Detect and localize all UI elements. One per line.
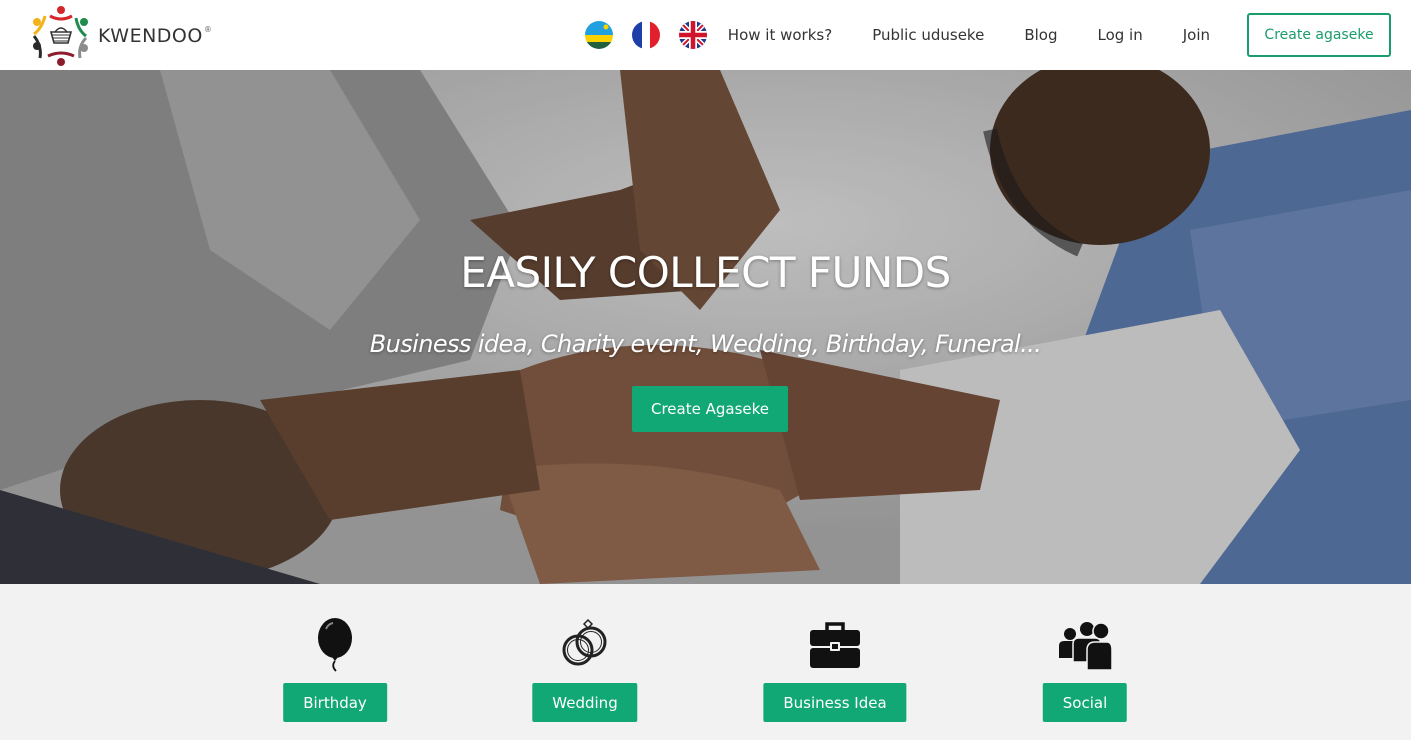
- nav-public-uduseke[interactable]: Public uduseke: [872, 26, 984, 44]
- france-flag-icon[interactable]: [631, 21, 660, 49]
- hero-title: EASILY COLLECT FUNDS: [460, 248, 951, 297]
- logo-people-basket-icon: [32, 6, 88, 66]
- category-business-idea: Business Idea: [735, 584, 935, 740]
- social-button[interactable]: Social: [1042, 683, 1128, 722]
- create-agaseke-hero-button[interactable]: Create Agaseke: [632, 386, 788, 432]
- top-navbar: KWENDOO® How it works? Public uduseke Bl…: [0, 0, 1411, 70]
- category-birthday: Birthday: [235, 584, 435, 740]
- nav-blog[interactable]: Blog: [1024, 26, 1057, 44]
- rings-icon: [557, 616, 613, 672]
- nav-log-in[interactable]: Log in: [1097, 26, 1142, 44]
- birthday-button[interactable]: Birthday: [283, 683, 387, 722]
- hero-subtitle: Business idea, Charity event, Wedding, B…: [369, 330, 1042, 358]
- wedding-button[interactable]: Wedding: [532, 683, 638, 722]
- uk-flag-icon[interactable]: [678, 21, 707, 49]
- category-social: Social: [985, 584, 1185, 740]
- business-idea-button[interactable]: Business Idea: [763, 683, 907, 722]
- brand-name: KWENDOO: [98, 25, 203, 47]
- balloon-icon: [307, 616, 363, 672]
- briefcase-icon: [807, 616, 863, 672]
- create-agaseke-header-button[interactable]: Create agaseke: [1247, 13, 1391, 57]
- registered-mark: ®: [203, 25, 213, 34]
- people-icon: [1057, 616, 1113, 672]
- nav-how-it-works[interactable]: How it works?: [728, 26, 832, 44]
- kwendoo-logo[interactable]: KWENDOO®: [28, 2, 212, 68]
- hero-banner: EASILY COLLECT FUNDS Business idea, Char…: [0, 70, 1411, 584]
- nav-join[interactable]: Join: [1183, 26, 1210, 44]
- rwanda-flag-icon[interactable]: [584, 21, 613, 49]
- category-wedding: Wedding: [485, 584, 685, 740]
- main-nav: How it works? Public uduseke Blog Log in…: [584, 13, 1391, 57]
- hero-overlay: [0, 70, 1411, 584]
- category-section: Birthday Wedding Business Idea Social: [0, 584, 1411, 740]
